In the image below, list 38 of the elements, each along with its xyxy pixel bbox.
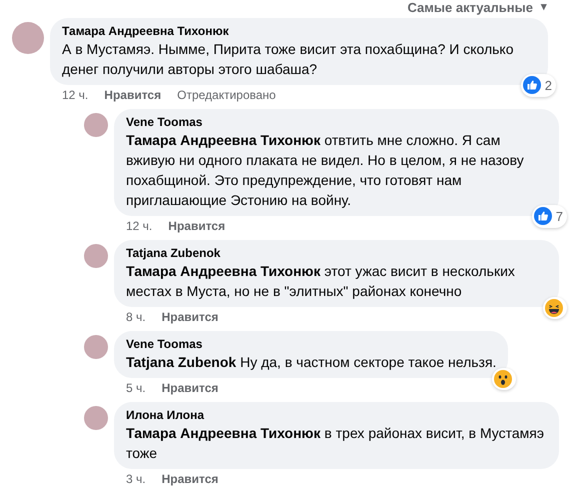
author-name[interactable]: Tatjana Zubenok (126, 245, 547, 261)
avatar[interactable] (12, 22, 44, 54)
like-link[interactable]: Нравится (104, 88, 162, 102)
author-name[interactable]: Vene Toomas (126, 336, 496, 352)
thumbs-up-icon (522, 76, 541, 94)
comment-text: А в Мустамяэ. Нымме, Пирита тоже висит эта похабщина? И сколько денег получили авторы этого шабаша? (62, 40, 514, 79)
reaction-badge[interactable]: 2 (520, 74, 556, 97)
thumbs-up-icon (534, 207, 552, 226)
reaction-badge[interactable]: 7 (532, 204, 567, 228)
comment-time[interactable]: 3 ч. (126, 472, 146, 486)
like-link[interactable]: Нравится (162, 472, 218, 486)
comment-text: Тамара Андреевна Тихонюк в трех районах висит, в Мустамяэ тоже (126, 424, 545, 463)
author-name[interactable]: Vene Toomas (126, 114, 547, 130)
surprised-face-icon (494, 370, 512, 388)
caret-icon: ▾ (541, 0, 547, 15)
avatar[interactable] (84, 335, 108, 359)
avatar[interactable] (84, 406, 108, 430)
comment-text: Tatjana Zubenok Ну да, в частном секторе такое нельзя. (126, 353, 496, 372)
avatar[interactable] (84, 244, 108, 268)
like-link[interactable]: Нравится (168, 219, 226, 233)
like-link[interactable]: Нравится (162, 310, 218, 324)
author-name[interactable]: Илона Илона (126, 407, 547, 423)
sort-menu[interactable]: Самые актуальные (408, 0, 533, 15)
author-name[interactable]: Тамара Андреевна Тихонюк (62, 23, 536, 39)
reaction-badge[interactable] (543, 297, 567, 319)
reaction-count: 2 (544, 76, 552, 94)
comment-time[interactable]: 12 ч. (126, 219, 152, 233)
like-link[interactable]: Нравится (162, 381, 218, 395)
avatar[interactable] (84, 113, 108, 137)
reaction-count: 7 (556, 208, 563, 226)
comment-time[interactable]: 8 ч. (126, 310, 146, 324)
comment-time[interactable]: 12 ч. (62, 88, 88, 102)
reaction-badge[interactable] (492, 368, 516, 390)
comment-text: Тамара Андреевна Тихонюк этот ужас висит в нескольких местах в Муста, но не в "элитных" районах конечно (126, 262, 516, 301)
comment-text: Тамара Андреевна Тихонюк отвтить мне сложно. Я сам вживую ни одного плаката не видел. Но в целом, я не назову похабщиной. Это предупреждение, что готовят нам приглашающие Эстонию на войну. (126, 131, 525, 210)
comment-time[interactable]: 5 ч. (126, 381, 146, 395)
edited-label: Отредактировано (177, 88, 276, 102)
laughing-face-icon (545, 299, 563, 317)
